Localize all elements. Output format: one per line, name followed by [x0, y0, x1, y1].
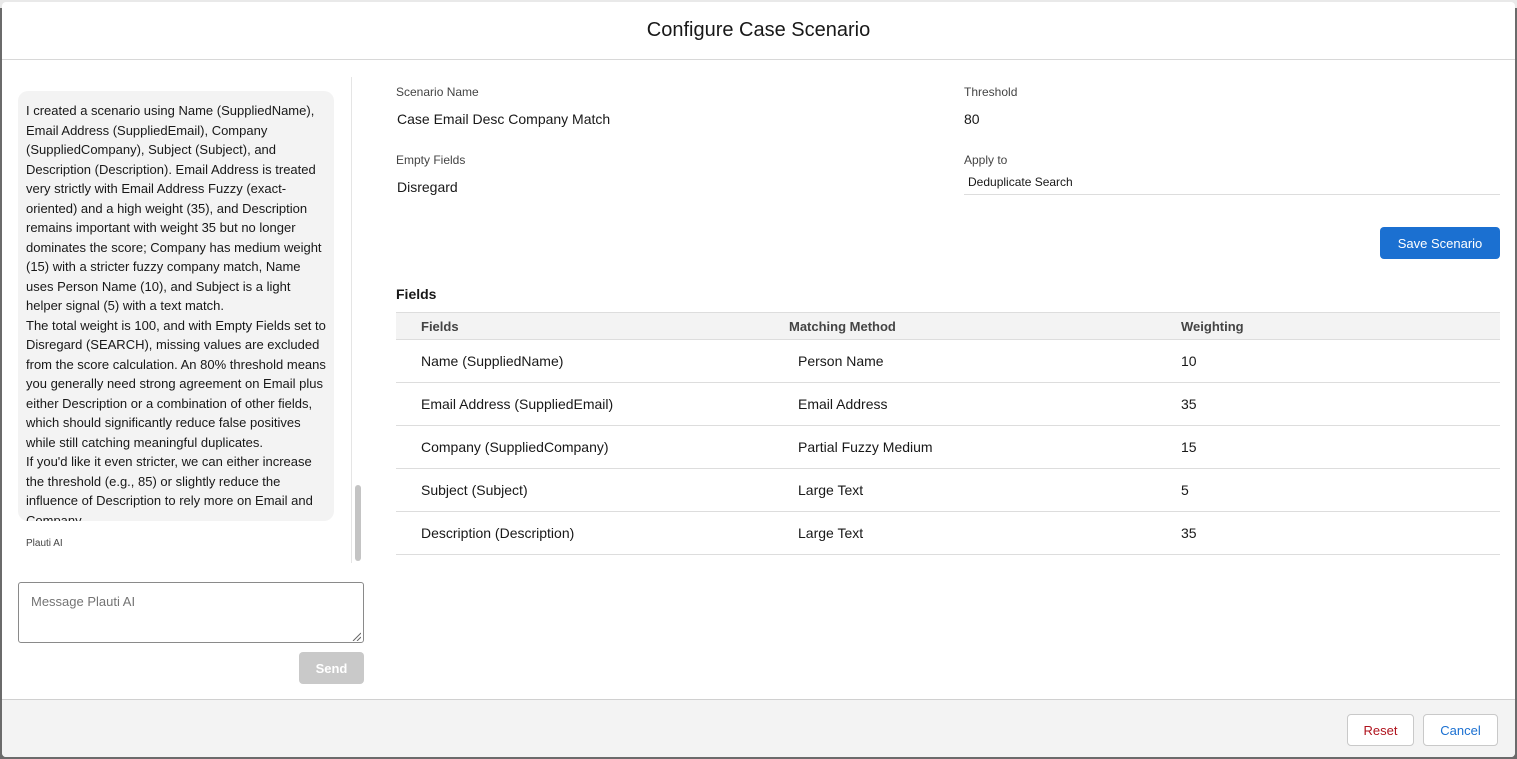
ai-chat-panel: I created a scenario using Name (Supplie… [18, 60, 364, 690]
modal-header: Configure Case Scenario [2, 2, 1515, 60]
configure-scenario-modal: Configure Case Scenario I created a scen… [2, 2, 1515, 757]
scenario-name-value: Case Email Desc Company Match [397, 111, 611, 127]
fields-table: Fields Matching Method Weighting Name (S… [396, 312, 1500, 555]
ai-message-bubble: I created a scenario using Name (Supplie… [18, 91, 334, 521]
field-cell: Company (SuppliedCompany) [396, 425, 789, 469]
matching-method-cell: Partial Fuzzy Medium [789, 425, 1181, 469]
fields-section-title: Fields [396, 286, 437, 302]
field-cell: Description (Description) [396, 511, 789, 555]
cancel-button[interactable]: Cancel [1423, 714, 1498, 746]
threshold-value: 80 [964, 111, 980, 127]
empty-fields-value: Disregard [397, 179, 458, 195]
modal-title: Configure Case Scenario [646, 19, 871, 41]
weighting-cell: 35 [1181, 382, 1500, 426]
weighting-cell: 15 [1181, 425, 1500, 469]
apply-to-select[interactable]: Deduplicate Search [964, 171, 1500, 195]
table-row: Description (Description) Large Text 35 [396, 511, 1500, 555]
modal-footer: Reset Cancel [2, 699, 1515, 757]
weighting-cell: 35 [1181, 511, 1500, 555]
apply-to-label: Apply to [964, 153, 1008, 167]
table-header-row: Fields Matching Method Weighting [396, 312, 1500, 340]
table-row: Name (SuppliedName) Person Name 10 [396, 339, 1500, 383]
chat-message-list[interactable]: I created a scenario using Name (Supplie… [18, 77, 364, 563]
chat-scrollbar-thumb[interactable] [355, 485, 361, 561]
message-sender: Plauti AI [26, 538, 63, 549]
send-button[interactable]: Send [299, 652, 364, 684]
threshold-label: Threshold [964, 85, 1018, 99]
field-cell: Name (SuppliedName) [396, 339, 789, 383]
reset-button[interactable]: Reset [1347, 714, 1414, 746]
table-row: Subject (Subject) Large Text 5 [396, 468, 1500, 512]
message-paragraph: The total weight is 100, and with Empty … [26, 317, 326, 450]
empty-fields-label: Empty Fields [396, 153, 466, 167]
weighting-cell: 5 [1181, 468, 1500, 512]
table-row: Email Address (SuppliedEmail) Email Addr… [396, 382, 1500, 426]
column-header-weighting: Weighting [1181, 312, 1500, 340]
message-paragraph: I created a scenario using Name (Supplie… [26, 103, 322, 313]
chat-scrollbar[interactable] [351, 77, 363, 563]
matching-method-cell: Email Address [789, 382, 1181, 426]
message-paragraph: If you'd like it even stricter, we can e… [26, 454, 313, 521]
message-input[interactable] [18, 582, 364, 643]
save-scenario-button[interactable]: Save Scenario [1380, 227, 1500, 259]
weighting-cell: 10 [1181, 339, 1500, 383]
field-cell: Subject (Subject) [396, 468, 789, 512]
scenario-name-label: Scenario Name [396, 85, 479, 99]
matching-method-cell: Large Text [789, 511, 1181, 555]
table-row: Company (SuppliedCompany) Partial Fuzzy … [396, 425, 1500, 469]
matching-method-cell: Large Text [789, 468, 1181, 512]
resize-handle-icon[interactable] [351, 631, 361, 641]
column-header-matching-method: Matching Method [789, 312, 1181, 340]
column-header-fields: Fields [396, 312, 789, 340]
matching-method-cell: Person Name [789, 339, 1181, 383]
field-cell: Email Address (SuppliedEmail) [396, 382, 789, 426]
scenario-config: Scenario Name Case Email Desc Company Ma… [396, 60, 1500, 690]
